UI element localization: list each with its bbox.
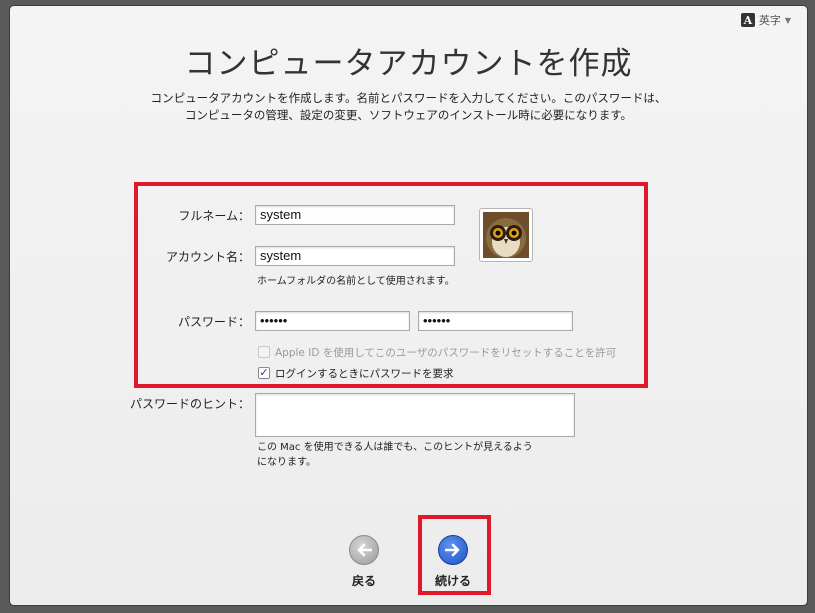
full-name-field[interactable]: system: [255, 205, 455, 225]
back-button-label: 戻る: [351, 574, 376, 588]
password-label: パスワード：: [177, 315, 250, 329]
description-line-2: コンピュータの管理、設定の変更、ソフトウェアのインストール時に必要になります。: [184, 108, 633, 122]
require-password-label: ログインするときにパスワードを要求: [275, 368, 454, 380]
input-source-menu[interactable]: A 英字 ▼: [740, 12, 791, 28]
account-name-field[interactable]: system: [255, 246, 455, 266]
description-line-1: コンピュータアカウントを作成します。名前とパスワードを入力してください。このパス…: [150, 91, 667, 105]
apple-id-reset-checkbox[interactable]: [258, 346, 270, 358]
back-button[interactable]: 戻る: [346, 535, 382, 589]
apple-id-reset-label: Apple ID を使用してこのユーザのパスワードをリセットすることを許可: [275, 347, 617, 359]
input-source-a-icon: A: [740, 13, 755, 27]
password-hint-field[interactable]: [255, 393, 575, 437]
chevron-down-icon: ▼: [784, 15, 791, 25]
checkmark-icon: ✓: [259, 366, 269, 379]
password-hint-note-line-2: になります。: [257, 457, 316, 468]
require-password-checkbox[interactable]: ✓: [258, 367, 270, 379]
account-name-label: アカウント名：: [165, 250, 250, 264]
page-title: コンピュータアカウントを作成: [184, 46, 633, 82]
page-description: コンピュータアカウントを作成します。名前とパスワードを入力してください。このパス…: [10, 90, 807, 124]
input-source-label: 英字: [758, 14, 781, 27]
arrow-left-icon: [349, 535, 379, 565]
arrow-right-icon: [438, 535, 468, 565]
account-name-note: ホームフォルダの名前として使用されます。: [257, 276, 455, 287]
continue-button-label: 続ける: [434, 574, 471, 588]
password-hint-note-line-1: この Mac を使用できる人は誰でも、このヒントが見えるよう: [257, 442, 533, 453]
setup-assistant-window: A 英字 ▼ コンピュータアカウントを作成 コンピュータアカウントを作成します。…: [10, 6, 807, 605]
password-hint-label: パスワードのヒント：: [129, 397, 250, 411]
password-field[interactable]: ••••••: [255, 311, 410, 331]
owl-avatar-icon: [483, 212, 529, 258]
password-hint-note: この Mac を使用できる人は誰でも、このヒントが見えるよう になります。: [257, 440, 533, 470]
continue-button[interactable]: 続ける: [431, 535, 475, 589]
full-name-label: フルネーム：: [178, 209, 250, 223]
user-picture-button[interactable]: [479, 208, 533, 262]
password-verify-field[interactable]: ••••••: [418, 311, 573, 331]
